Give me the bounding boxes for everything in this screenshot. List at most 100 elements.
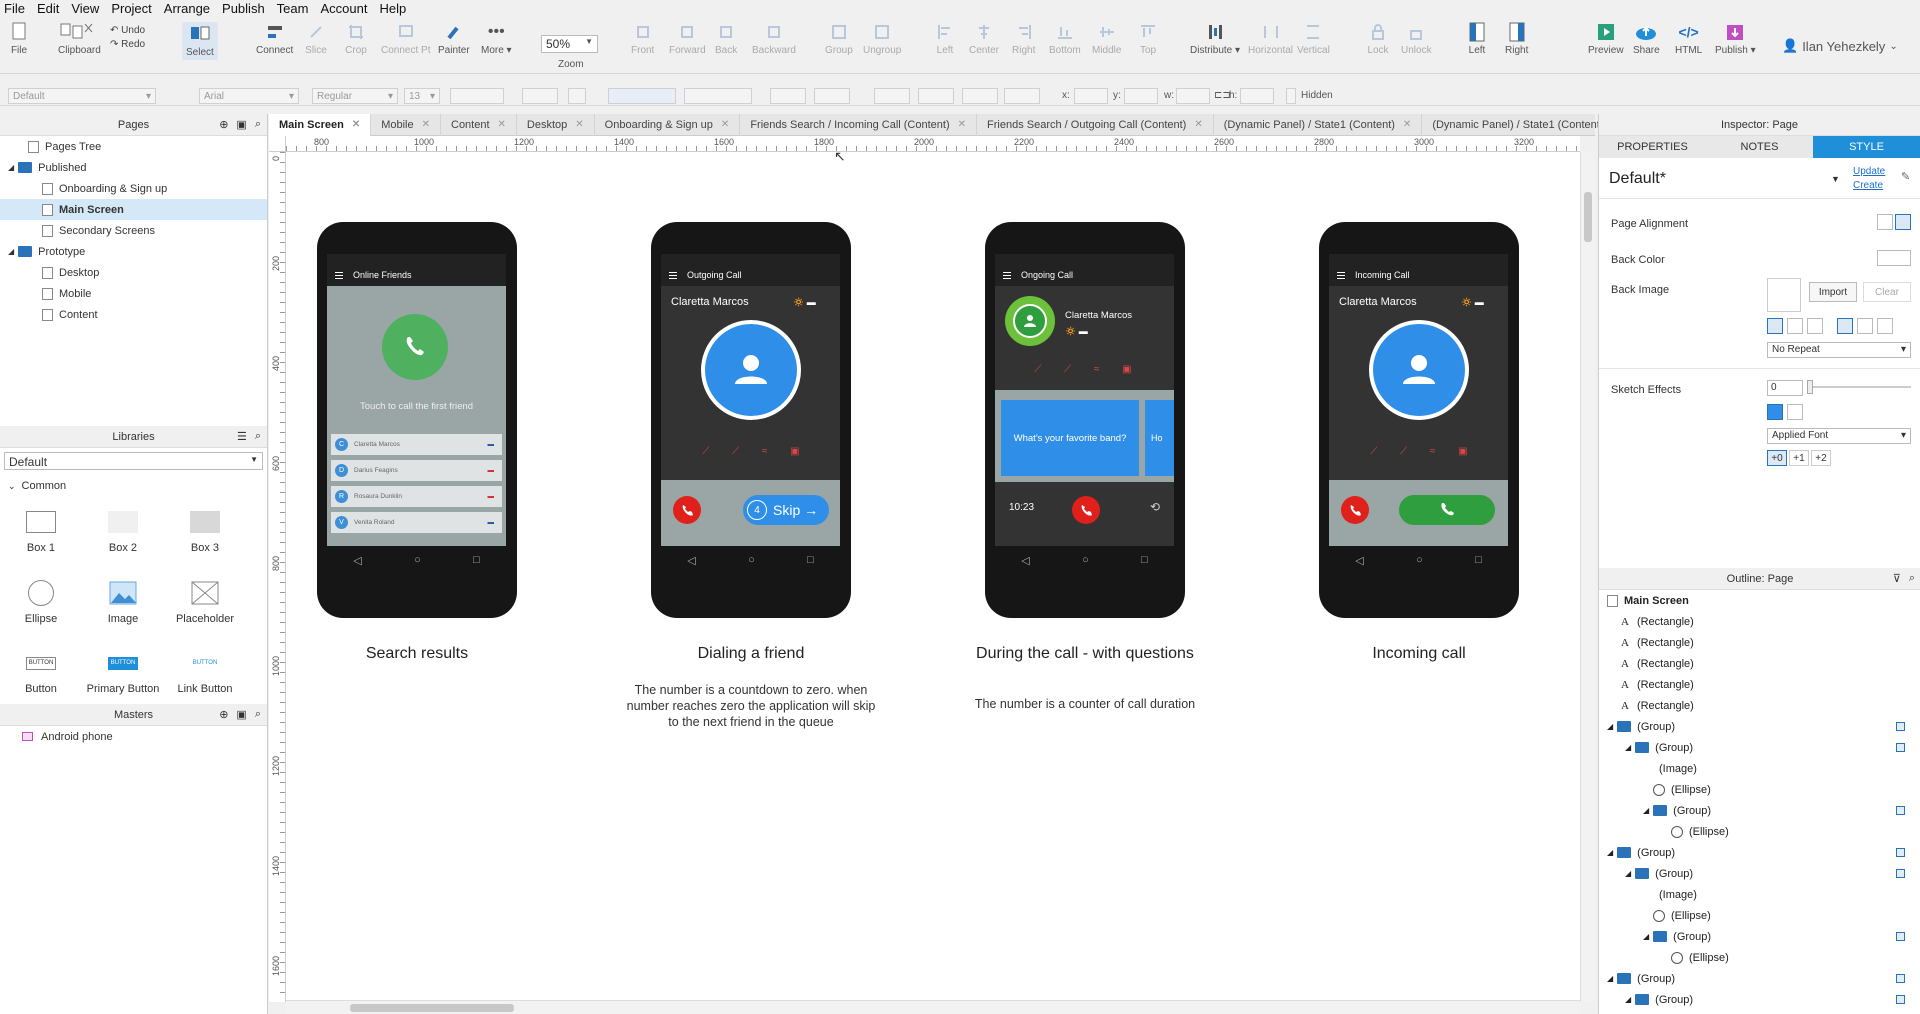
phone-incoming-call[interactable]: Incoming Call Claretta Marcos 🔅 ▬ ⟋ ⟋ ≈ ▣ ◁… bbox=[1319, 222, 1519, 618]
friend-item[interactable]: C Claretta Marcos ▬ bbox=[331, 434, 502, 455]
chevron-down-icon[interactable]: ▼ bbox=[1831, 174, 1840, 184]
visibility-checkbox[interactable] bbox=[1896, 932, 1905, 941]
size-select[interactable]: 13 ▾ bbox=[404, 88, 440, 104]
widget-primary-button[interactable]: BUTTON Primary Button bbox=[82, 643, 164, 704]
widget-box3[interactable]: Box 3 bbox=[164, 502, 246, 563]
clear-button[interactable]: Clear bbox=[1863, 282, 1911, 302]
style-select[interactable]: Default ▾ bbox=[8, 88, 156, 104]
widget-link-button[interactable]: BUTTON Link Button bbox=[164, 643, 246, 704]
crop-button[interactable]: Crop bbox=[345, 22, 367, 56]
close-icon[interactable]: ✕ bbox=[721, 119, 729, 130]
question-card-next[interactable]: Ho bbox=[1145, 400, 1174, 476]
visibility-checkbox[interactable] bbox=[1896, 722, 1905, 731]
text-align-buttons[interactable] bbox=[608, 88, 676, 104]
phone-search-results[interactable]: Online Friends Touch to call the first f… bbox=[317, 222, 517, 618]
outline-row[interactable]: ◢ (Group) bbox=[1599, 842, 1920, 863]
widget-image[interactable]: Image bbox=[82, 573, 164, 634]
home-nav-icon[interactable]: ○ bbox=[1082, 554, 1089, 566]
scroll-thumb[interactable] bbox=[1584, 192, 1592, 242]
outline-row[interactable]: (Ellipse) bbox=[1599, 905, 1920, 926]
tree-item-secondary-screens[interactable]: Secondary Screens bbox=[0, 220, 267, 241]
user-menu[interactable]: 👤 Ilan Yehezkely ⌄ bbox=[1782, 38, 1898, 54]
close-icon[interactable]: ✕ bbox=[958, 119, 966, 130]
outline-row[interactable]: ◢ (Group) bbox=[1599, 737, 1920, 758]
library-section-common[interactable]: ⌄ Common bbox=[0, 474, 267, 492]
visibility-checkbox[interactable] bbox=[1896, 806, 1905, 815]
outline-row[interactable]: (Ellipse) bbox=[1599, 779, 1920, 800]
call-first-friend-button[interactable] bbox=[382, 314, 448, 380]
canvas-horizontal-scrollbar[interactable] bbox=[286, 1000, 1580, 1014]
menu-project[interactable]: Project bbox=[111, 1, 151, 16]
tree-item-onboarding[interactable]: Onboarding & Sign up bbox=[0, 178, 267, 199]
tab-properties[interactable]: PROPERTIES bbox=[1599, 136, 1706, 158]
menu-account[interactable]: Account bbox=[320, 1, 367, 16]
home-nav-icon[interactable]: ○ bbox=[414, 554, 421, 566]
close-icon[interactable]: ✕ bbox=[422, 119, 430, 130]
zoom-select[interactable]: 50% ▼ bbox=[541, 35, 598, 53]
update-link[interactable]: Update bbox=[1853, 166, 1885, 177]
question-card[interactable]: What's your favorite band? bbox=[1001, 400, 1139, 476]
tree-item-desktop[interactable]: Desktop bbox=[0, 262, 267, 283]
filter-icon[interactable]: ⊽ bbox=[1893, 572, 1901, 585]
tab-content[interactable]: Content ✕ bbox=[441, 113, 517, 136]
preview-button[interactable]: Preview bbox=[1588, 22, 1624, 56]
outline-row-page[interactable]: Main Screen bbox=[1599, 590, 1920, 611]
menu-publish[interactable]: Publish bbox=[222, 1, 265, 16]
menu-team[interactable]: Team bbox=[277, 1, 309, 16]
file-button[interactable]: File bbox=[8, 22, 30, 56]
undo-button[interactable]: ↶ Undo bbox=[110, 24, 145, 38]
menu-help[interactable]: Help bbox=[379, 1, 406, 16]
outline-row[interactable]: ◢ (Group) bbox=[1599, 863, 1920, 884]
tree-item-pages-tree[interactable]: Pages Tree bbox=[0, 136, 267, 157]
widget-placeholder[interactable]: Placeholder bbox=[164, 573, 246, 634]
sketch-value-input[interactable]: 0 bbox=[1767, 380, 1803, 396]
outline-row[interactable]: (Ellipse) bbox=[1599, 821, 1920, 842]
answer-button[interactable] bbox=[1399, 495, 1495, 525]
clipboard-button[interactable]: Clipboard bbox=[58, 22, 101, 56]
more-button[interactable]: ••• More ▾ bbox=[481, 22, 512, 56]
close-icon[interactable]: ✕ bbox=[352, 119, 360, 130]
widget-box2[interactable]: Box 2 bbox=[82, 502, 164, 563]
close-icon[interactable]: ✕ bbox=[575, 119, 583, 130]
scroll-thumb[interactable] bbox=[350, 1004, 514, 1012]
slice-button[interactable]: Slice bbox=[305, 22, 327, 56]
back-color-picker[interactable] bbox=[1877, 250, 1911, 266]
vertical-align-buttons[interactable] bbox=[684, 88, 752, 104]
friend-item[interactable]: R Rosaura Dunklin ▬ bbox=[331, 486, 502, 507]
import-button[interactable]: Import bbox=[1809, 282, 1857, 302]
widget-button[interactable]: BUTTON Button bbox=[0, 643, 82, 704]
align-right-button[interactable]: Right bbox=[1012, 22, 1035, 56]
decline-button[interactable] bbox=[1341, 496, 1369, 524]
group-button[interactable]: Group bbox=[825, 22, 853, 56]
tab-desktop[interactable]: Desktop ✕ bbox=[517, 113, 595, 136]
outline-row[interactable]: (Image) bbox=[1599, 758, 1920, 779]
back-nav-icon[interactable]: ◁ bbox=[1021, 554, 1029, 567]
share-button[interactable]: Share bbox=[1633, 22, 1660, 56]
edit-style-icon[interactable]: ✎ bbox=[1901, 170, 1910, 183]
close-icon[interactable]: ✕ bbox=[1403, 119, 1411, 130]
hangup-button[interactable] bbox=[1072, 496, 1100, 524]
font-select[interactable]: Arial ▾ bbox=[199, 88, 299, 104]
skip-button[interactable]: 4 Skip → bbox=[743, 495, 829, 525]
text-color-select[interactable] bbox=[522, 88, 558, 104]
align-middle-button[interactable]: Middle bbox=[1092, 22, 1121, 56]
front-button[interactable]: Front bbox=[631, 22, 654, 56]
html-button[interactable]: </> HTML bbox=[1675, 22, 1702, 56]
right-panel-toggle[interactable]: Right bbox=[1505, 22, 1528, 56]
add-master-icon[interactable]: ⊕ bbox=[219, 708, 228, 721]
painter-button[interactable]: Painter bbox=[438, 22, 470, 56]
repeat-select[interactable]: No Repeat ▾ bbox=[1767, 342, 1911, 358]
visibility-checkbox[interactable] bbox=[1896, 995, 1905, 1004]
tab-main-screen[interactable]: Main Screen ✕ bbox=[269, 113, 372, 136]
redo-button[interactable]: ↷ Redo bbox=[110, 38, 145, 52]
widget-ellipse[interactable]: Ellipse bbox=[0, 573, 82, 634]
align-bottom-button[interactable]: Bottom bbox=[1049, 22, 1081, 56]
recents-nav-icon[interactable]: □ bbox=[473, 554, 480, 566]
add-page-icon[interactable]: ⊕ bbox=[219, 118, 228, 131]
recents-nav-icon[interactable]: □ bbox=[1141, 554, 1148, 566]
outline-row[interactable]: ◢ (Group) bbox=[1599, 800, 1920, 821]
home-nav-icon[interactable]: ○ bbox=[1416, 554, 1423, 566]
align-top-button[interactable]: Top bbox=[1137, 22, 1159, 56]
add-folder-icon[interactable]: ▣ bbox=[236, 118, 246, 131]
y-input[interactable] bbox=[1124, 88, 1158, 104]
